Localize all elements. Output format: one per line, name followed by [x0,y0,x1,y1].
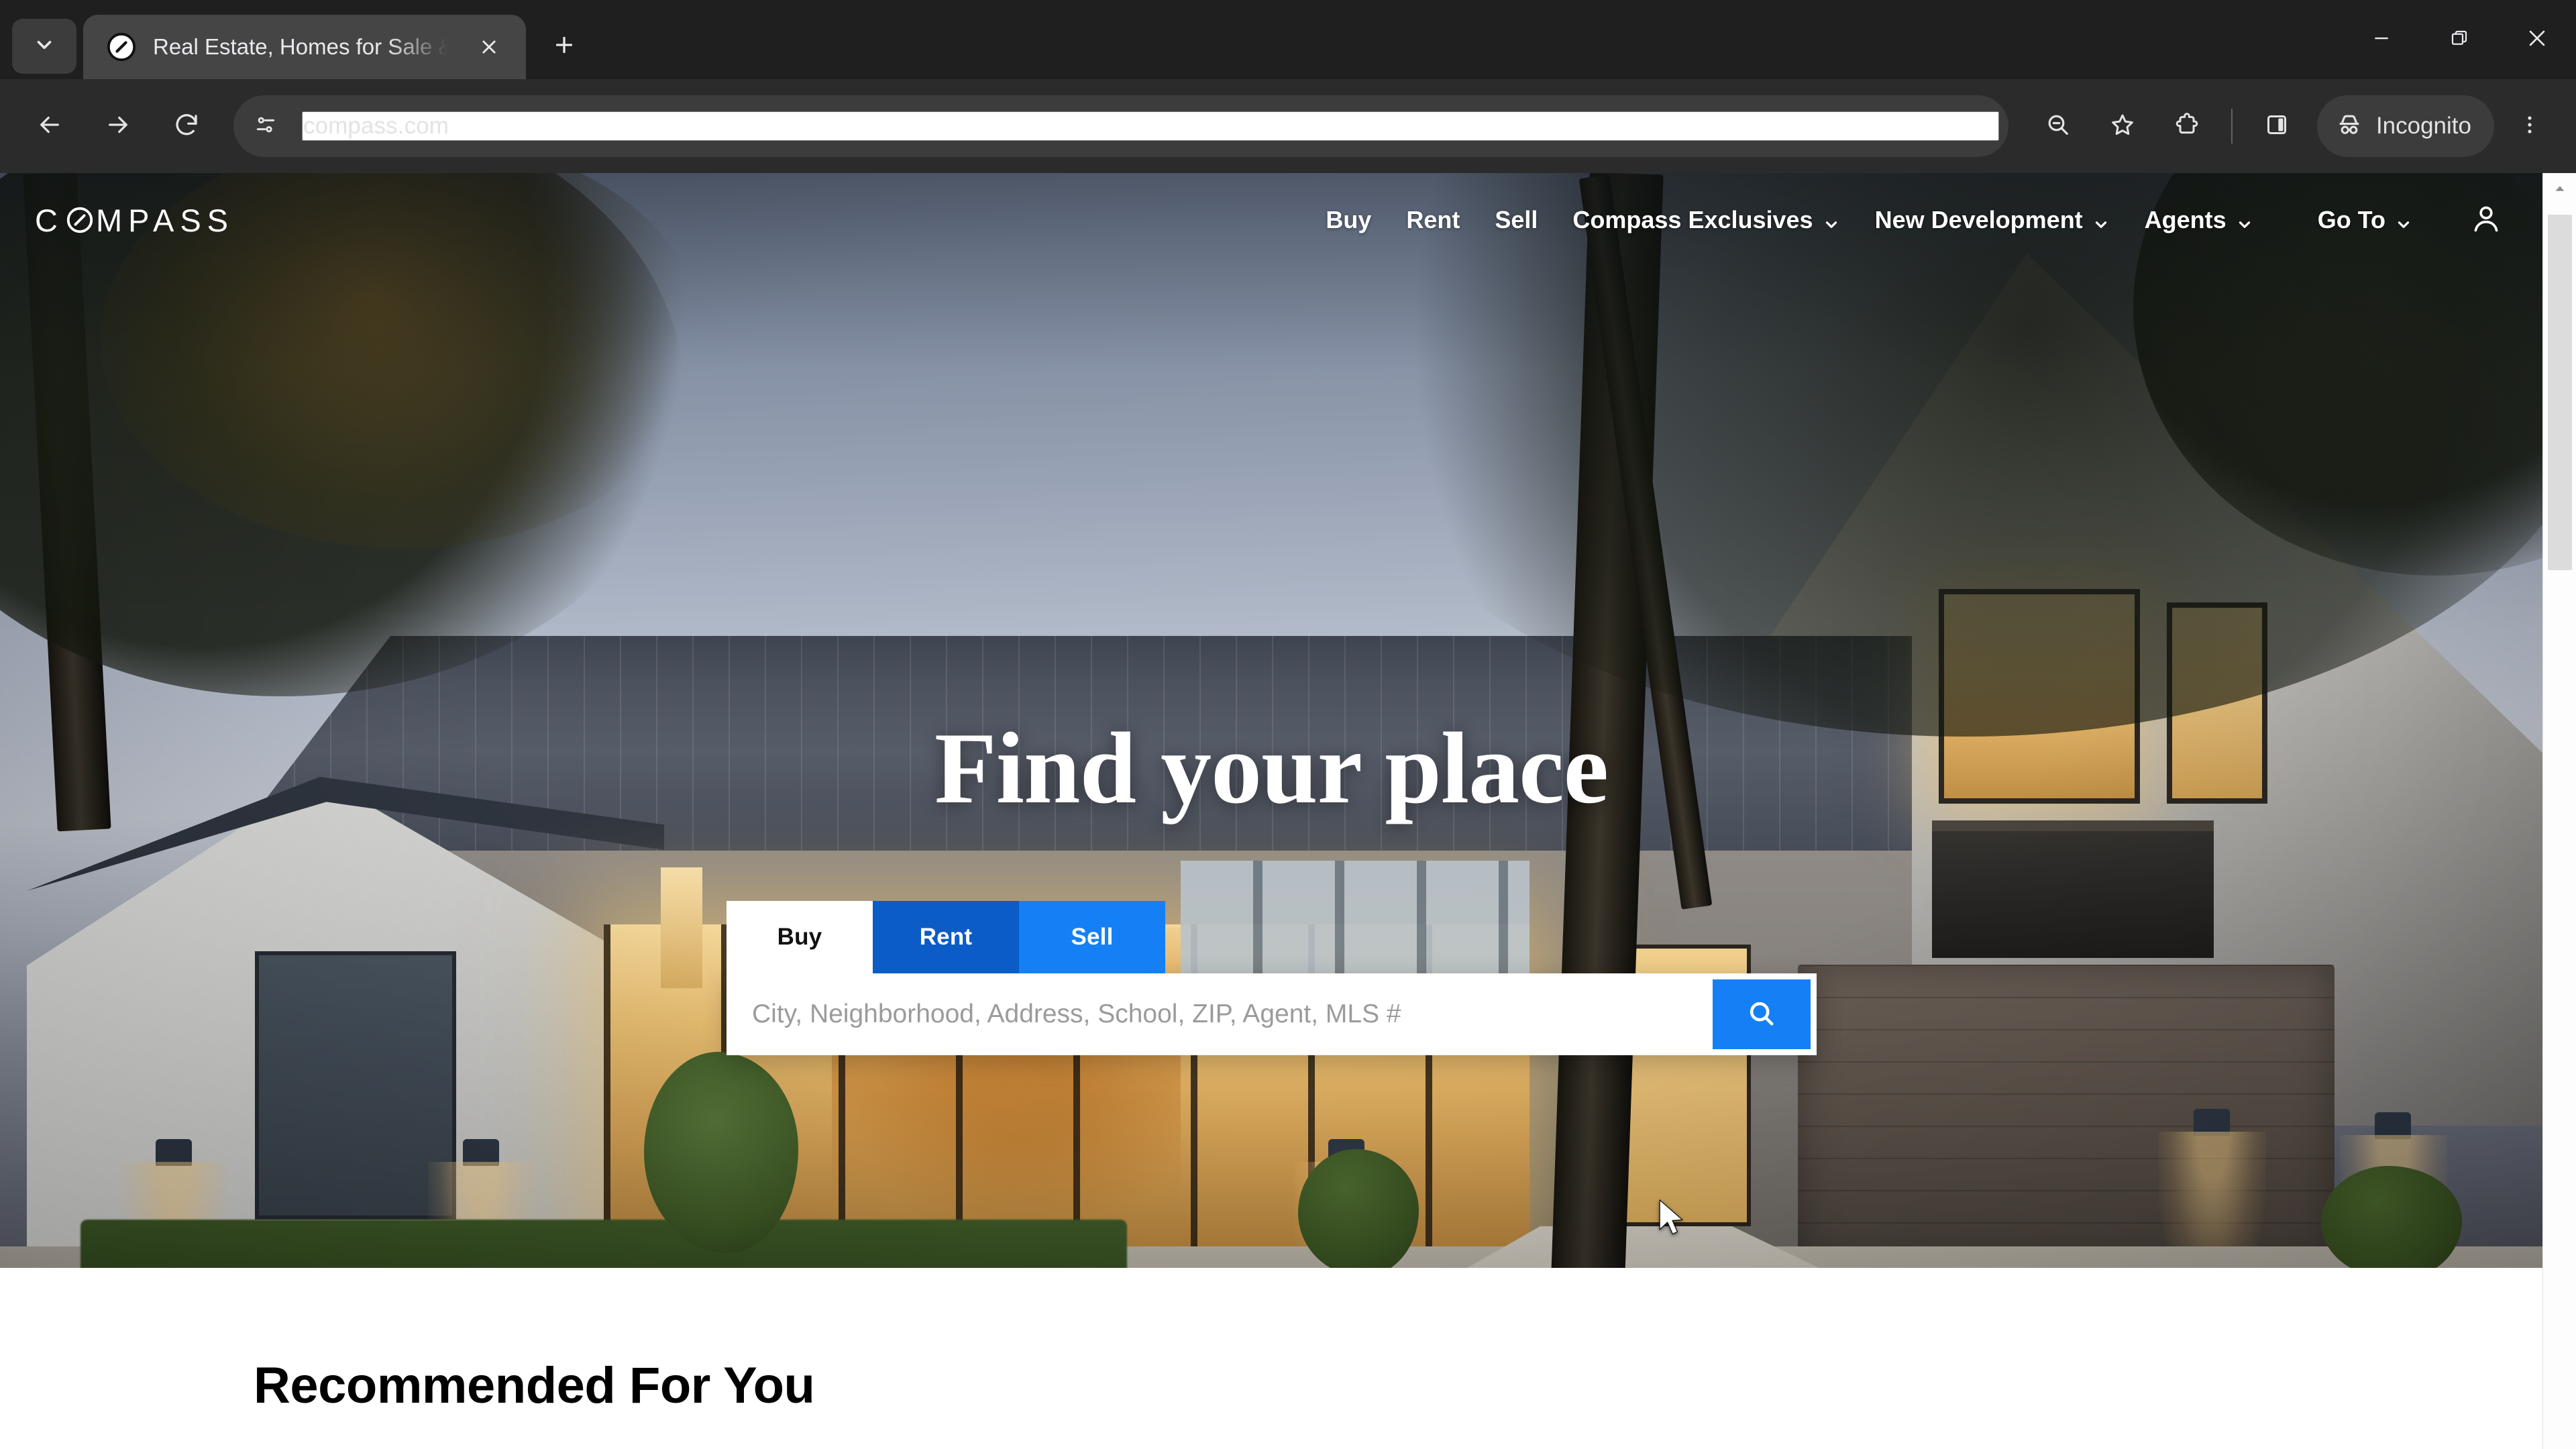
nav-item-sell[interactable]: Sell [1477,206,1555,234]
search-tab-label: Rent [919,924,973,950]
search-tab-buy[interactable]: Buy [727,901,873,973]
reload-icon [172,111,201,142]
chevron-down-icon [33,34,56,60]
nav-label: Go To [2317,206,2385,233]
scroll-up-arrow-icon [2553,181,2567,199]
forward-button[interactable] [86,94,150,158]
browser-tab[interactable]: Real Estate, Homes for Sale & A [83,15,526,79]
tab-close-button[interactable] [470,28,508,66]
browser-menu-button[interactable] [2501,95,2559,157]
compass-logo-favicon [106,32,137,62]
bookmark-button[interactable] [2092,95,2153,157]
zoom-out-button[interactable] [2027,95,2089,157]
extensions-puzzle-icon [2174,111,2200,142]
logo-text-before: C [35,202,64,238]
recommended-heading: Recommended For You [254,1357,815,1414]
plus-icon [552,33,576,60]
chevron-down-icon [2236,211,2253,229]
restore-icon [2449,28,2469,52]
nav-item-go-to[interactable]: Go To [2300,206,2430,234]
site-navigation: Buy Rent Sell Compass Exclusives New Dev… [1308,199,2508,241]
window-close-button[interactable] [2498,0,2576,79]
tab-title: Real Estate, Homes for Sale & A [153,34,453,59]
nav-label: New Development [1874,206,2083,233]
page-viewport: C MPASS Buy Rent Sell Compass Exclusives… [0,173,2576,1449]
toolbar-separator [2231,109,2233,144]
address-bar-input[interactable] [302,111,1999,141]
window-minimize-button[interactable] [2343,0,2420,79]
site-info-button[interactable] [240,101,291,152]
search-submit-button[interactable] [1713,979,1811,1049]
minimize-icon [2371,28,2392,52]
account-button[interactable] [2465,199,2508,241]
nav-label: Sell [1495,206,1538,233]
mouse-cursor [1656,1198,1686,1242]
incognito-indicator[interactable]: Incognito [2316,95,2494,157]
star-icon [2109,111,2136,142]
nav-item-buy[interactable]: Buy [1308,206,1389,234]
close-icon [2526,27,2548,53]
three-dot-menu-icon [2518,113,2542,140]
nav-label: Rent [1406,206,1460,233]
nav-label: Buy [1326,206,1372,233]
nav-item-rent[interactable]: Rent [1389,206,1477,234]
logo-text-after: MPASS [95,202,235,238]
incognito-label: Incognito [2375,113,2471,139]
search-tab-list: Buy Rent Sell [727,901,1817,973]
side-panel-icon [2263,111,2290,142]
tab-strip: Real Estate, Homes for Sale & A [0,0,2576,79]
search-input[interactable] [752,1000,1713,1029]
compass-logo[interactable]: C MPASS [35,202,234,239]
toolbar-actions: Incognito [2027,95,2559,157]
nav-item-compass-exclusives[interactable]: Compass Exclusives [1555,206,1857,234]
scrollbar-up-button[interactable] [2543,173,2576,207]
search-bar [727,973,1817,1055]
main-content: Recommended For You [0,1268,2576,1415]
hero-section: C MPASS Buy Rent Sell Compass Exclusives… [0,173,2542,1268]
extensions-button[interactable] [2156,95,2218,157]
incognito-hat-icon [2334,110,2364,143]
window-restore-button[interactable] [2420,0,2498,79]
hero-headline: Find your place [934,712,1609,824]
nav-item-new-development[interactable]: New Development [1858,206,2127,234]
nav-item-agents[interactable]: Agents [2127,206,2271,234]
side-panel-button[interactable] [2246,95,2308,157]
compass-needle-icon [65,205,95,235]
address-bar[interactable]: compass.com [233,95,2008,157]
arrow-right-icon [104,111,132,142]
nav-label: Compass Exclusives [1572,206,1813,233]
back-button[interactable] [17,94,82,158]
chevron-down-icon [1823,211,1840,229]
window-controls [2343,0,2576,79]
chevron-down-icon [2395,211,2412,229]
new-tab-button[interactable] [538,20,590,72]
search-tab-sell[interactable]: Sell [1019,901,1165,973]
chevron-down-icon [2092,211,2110,229]
tab-search-button[interactable] [12,19,76,74]
reload-button[interactable] [154,94,219,158]
page-scrollbar[interactable] [2542,173,2576,1449]
zoom-out-icon [2045,111,2072,142]
user-account-icon [2469,201,2504,239]
site-header: C MPASS Buy Rent Sell Compass Exclusives… [0,173,2542,267]
search-tab-label: Buy [777,924,822,950]
browser-window: Real Estate, Homes for Sale & A compass.… [0,0,2576,1449]
nav-label: Agents [2144,206,2226,233]
search-tab-rent[interactable]: Rent [873,901,1019,973]
browser-toolbar: compass.com Incognito [0,79,2576,173]
scrollbar-thumb[interactable] [2548,215,2572,570]
search-icon [1746,998,1778,1032]
tune-sliders-icon [252,111,279,142]
hero-search-widget: Buy Rent Sell [727,901,1817,1055]
search-tab-label: Sell [1071,924,1114,950]
arrow-left-icon [36,111,64,142]
